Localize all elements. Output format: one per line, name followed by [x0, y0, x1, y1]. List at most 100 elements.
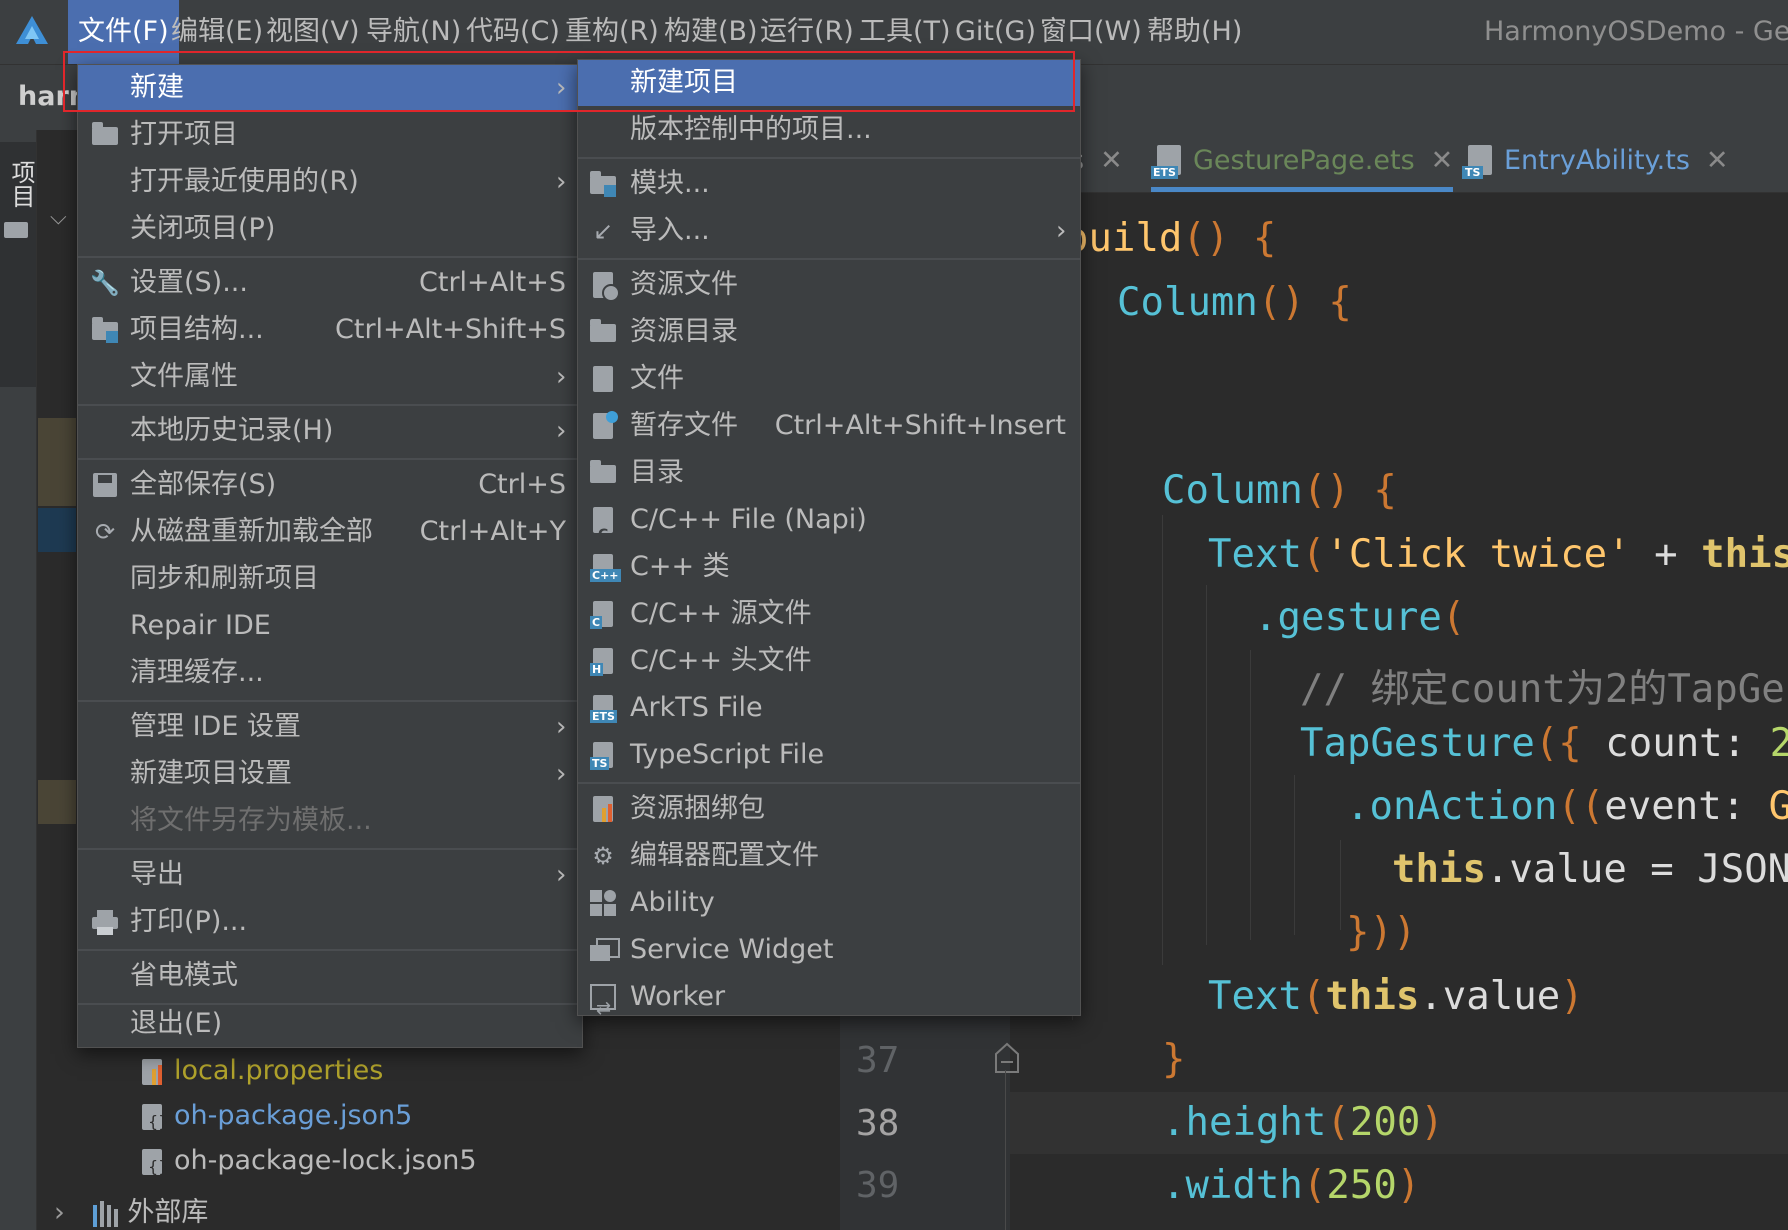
typescript-file-icon: TS — [588, 740, 618, 770]
menu-item-typescript-file[interactable]: TS TypeScript File — [578, 732, 1080, 778]
tool-window-strip: 项目 — [0, 130, 37, 1230]
menu-item-exit[interactable]: 退出(E) — [78, 1001, 582, 1047]
folder-open-icon — [90, 120, 120, 150]
menu-item-open-project[interactable]: 打开项目 — [78, 112, 582, 158]
print-icon — [90, 907, 120, 937]
menu-separator — [78, 848, 582, 850]
selection-marker — [38, 508, 76, 552]
menu-item-settings[interactable]: 🔧 设置(S)... Ctrl+Alt+S — [78, 260, 582, 306]
indent-guide — [1206, 585, 1207, 945]
cpp-class-icon: C++ — [588, 552, 621, 582]
code-line: })) — [1346, 910, 1417, 955]
menu-separator — [578, 258, 1080, 260]
menu-item-reload-all[interactable]: ⟳ 从磁盘重新加载全部 Ctrl+Alt+Y — [78, 509, 582, 555]
menu-item-ability[interactable]: Ability — [578, 880, 1080, 926]
arkts-file-icon: ETS — [1151, 144, 1187, 179]
tree-item-label: local.properties — [174, 1055, 384, 1086]
directory-icon — [588, 458, 618, 488]
menu-item-export[interactable]: 导出 › — [78, 852, 582, 898]
json-file-icon: {} — [138, 1147, 168, 1177]
menu-item-sync-project[interactable]: 同步和刷新项目 — [78, 556, 582, 602]
tab-gesture-page[interactable]: ETS GesturePage.ets ✕ — [1151, 130, 1454, 192]
menu-separator — [78, 404, 582, 406]
code-line: ouild() { — [1065, 216, 1277, 261]
code-line: Text('Click twice' + this — [1208, 532, 1788, 577]
menu-item-open-recent[interactable]: 打开最近使用的(R) › — [78, 159, 582, 205]
tree-item-external-libraries[interactable]: › 外部库 — [54, 1190, 208, 1229]
project-structure-icon — [90, 315, 120, 345]
menu-item-napi-file[interactable]: C C/C++ File (Napi) — [578, 497, 1080, 543]
arkts-file-icon: ETS — [588, 693, 618, 723]
close-icon[interactable]: ✕ — [1706, 145, 1729, 176]
library-icon — [91, 1199, 121, 1229]
menu-item-module[interactable]: 模块... — [578, 161, 1080, 207]
menu-item-c-header[interactable]: H C/C++ 头文件 — [578, 638, 1080, 684]
menu-item-cpp-class[interactable]: C++ C++ 类 — [578, 544, 1080, 590]
project-tool-tab[interactable]: 项目 — [0, 142, 36, 387]
menu-item-file[interactable]: 文件 — [578, 356, 1080, 402]
code-line: .height(200) — [1162, 1100, 1444, 1145]
menu-item-resource-bundle[interactable]: 资源捆绑包 — [578, 786, 1080, 832]
c-source-icon: C — [588, 599, 618, 629]
code-line: } — [1162, 1037, 1186, 1082]
close-icon[interactable]: ✕ — [1431, 145, 1454, 176]
tab-label: EntryAbility.ts — [1504, 145, 1690, 176]
menu-item-project-structure[interactable]: 项目结构... Ctrl+Alt+Shift+S — [78, 307, 582, 353]
menu-item-editorconfig[interactable]: ⚙ 编辑器配置文件 — [578, 833, 1080, 879]
menu-item-service-widget[interactable]: Service Widget — [578, 927, 1080, 973]
project-tool-label: 项目 — [7, 160, 35, 208]
service-widget-icon — [588, 935, 620, 965]
menu-item-repair-ide[interactable]: Repair IDE — [78, 603, 582, 649]
typescript-file-icon: TS — [1462, 144, 1498, 179]
wrench-icon: 🔧 — [90, 269, 120, 297]
vcs-change-marker — [38, 418, 76, 506]
tree-item-label: 外部库 — [127, 1197, 209, 1228]
chevron-right-icon: › — [556, 167, 567, 197]
line-number: 37 — [856, 1040, 900, 1081]
line-number: 38 — [856, 1103, 900, 1144]
json-file-icon: {} — [138, 1102, 168, 1132]
menu-item-arkts-file[interactable]: ETS ArkTS File — [578, 685, 1080, 731]
menu-separator — [78, 256, 582, 258]
chevron-right-icon[interactable]: › — [54, 1197, 65, 1228]
chevron-right-icon: › — [556, 712, 567, 742]
resource-bundle-icon — [588, 794, 618, 824]
file-icon — [588, 364, 618, 394]
new-submenu: 新建项目 版本控制中的项目... 模块... ↙ 导入... › 资源文件 资源… — [577, 59, 1081, 1019]
close-icon[interactable]: ✕ — [1100, 145, 1123, 176]
menu-item-worker[interactable]: ⇄ Worker — [578, 974, 1080, 1020]
tree-item-label: oh-package-lock.json5 — [174, 1145, 477, 1176]
menu-item-file-properties[interactable]: 文件属性 › — [78, 354, 582, 400]
save-icon — [90, 470, 120, 500]
code-line: .width(250) — [1162, 1163, 1421, 1208]
menu-item-resource-file[interactable]: 资源文件 — [578, 262, 1080, 308]
folder-icon — [588, 317, 618, 347]
menu-item-c-source[interactable]: C C/C++ 源文件 — [578, 591, 1080, 637]
code-line: Text(this.value) — [1208, 974, 1584, 1019]
menu-item-power-save-mode[interactable]: 省电模式 — [78, 953, 582, 999]
menu-item-invalidate-caches[interactable]: 清理缓存... — [78, 650, 582, 696]
menu-item-import[interactable]: ↙ 导入... › — [578, 208, 1080, 254]
folder-icon — [4, 222, 28, 238]
menu-help[interactable]: 帮助(H) — [1137, 0, 1252, 64]
menu-item-project-from-vcs[interactable]: 版本控制中的项目... — [578, 107, 1080, 153]
menu-item-resource-directory[interactable]: 资源目录 — [578, 309, 1080, 355]
menu-item-scratch-file[interactable]: 暂存文件 Ctrl+Alt+Shift+Insert — [578, 403, 1080, 449]
menu-item-manage-ide-settings[interactable]: 管理 IDE 设置 › — [78, 704, 582, 750]
menu-item-directory[interactable]: 目录 — [578, 450, 1080, 496]
menu-item-local-history[interactable]: 本地历史记录(H) › — [78, 408, 582, 454]
tree-item-oh-package[interactable]: {} oh-package.json5 — [138, 1100, 412, 1132]
tree-item-local-properties[interactable]: local.properties — [138, 1055, 383, 1087]
tree-item-oh-package-lock[interactable]: {} oh-package-lock.json5 — [138, 1145, 477, 1177]
tab-entry-ability[interactable]: TS EntryAbility.ts ✕ — [1462, 130, 1729, 192]
menu-item-save-all[interactable]: 全部保存(S) Ctrl+S — [78, 462, 582, 508]
chevron-down-icon[interactable]: ⌵ — [50, 205, 67, 230]
menu-item-print[interactable]: 打印(P)... — [78, 899, 582, 945]
menu-item-close-project[interactable]: 关闭项目(P) — [78, 206, 582, 252]
menu-separator — [78, 700, 582, 702]
fold-icon[interactable] — [992, 1040, 1022, 1076]
menu-item-new-project-settings[interactable]: 新建项目设置 › — [78, 751, 582, 797]
tree-item-label: oh-package.json5 — [174, 1100, 413, 1131]
chevron-right-icon: › — [556, 860, 567, 890]
napi-file-icon: C — [588, 505, 618, 543]
